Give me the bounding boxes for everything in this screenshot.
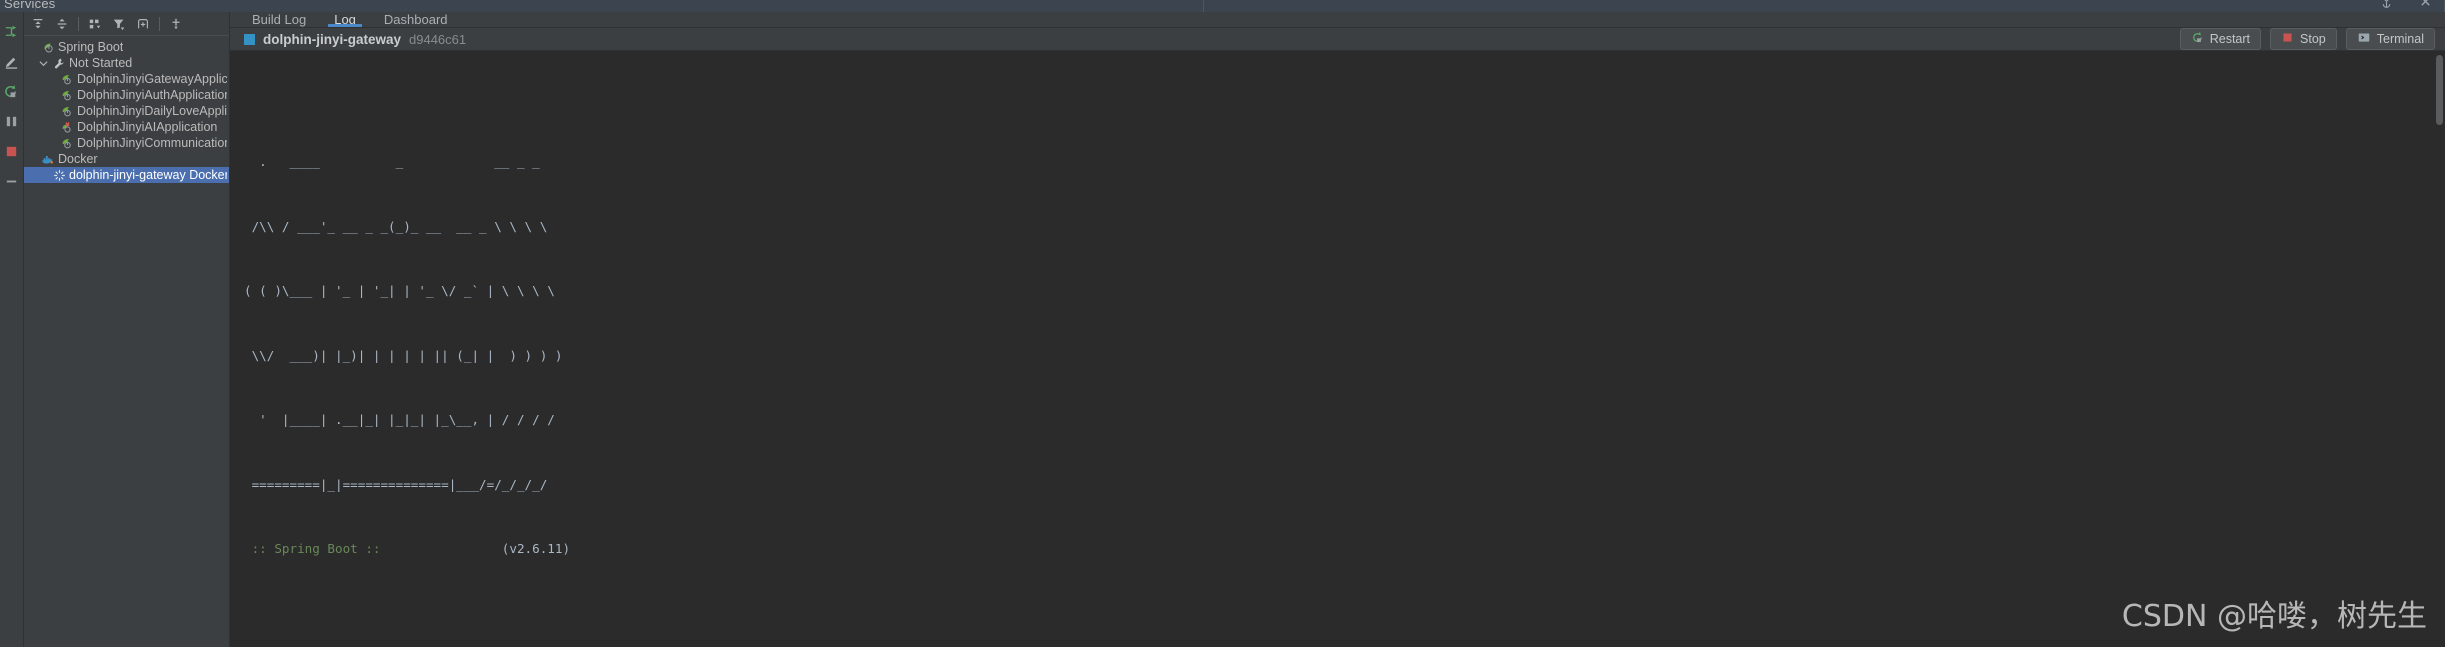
tab-dashboard[interactable]: Dashboard [370,12,462,27]
spring-error-icon [60,120,74,134]
tree-node-dolphinjinyidailyloveapplication[interactable]: DolphinJinyiDailyLoveApplication [24,103,229,119]
add-service-icon[interactable] [165,13,187,35]
stop-icon[interactable] [1,136,23,166]
stop-button-label: Stop [2300,32,2326,46]
container-color-swatch [244,33,255,45]
close-icon[interactable] [2420,0,2431,10]
tab-label: Log [334,12,356,27]
stop-icon [2281,31,2294,47]
run-action-rail [0,12,24,647]
banner-line: /\\ / ___'_ __ _ _(_)_ __ __ _ \ \ \ \ [244,218,548,234]
stop-button[interactable]: Stop [2270,28,2337,50]
pause-icon[interactable] [1,106,23,136]
strip-segment-right [1204,0,2445,12]
minimize-icon[interactable] [1,166,23,196]
container-actions: Restart Stop Terminal [2179,28,2435,50]
edit-configuration-icon[interactable] [1,46,23,76]
tree-node-label: DolphinJinyiGatewayApplication [77,72,227,86]
services-tree: Spring Boot Not Started DolphinJinyiGate… [24,36,229,183]
tree-node-dolphinjinyicommunicationapp[interactable]: DolphinJinyiCommunicationApp [24,135,229,151]
spring-boot-icon [41,40,55,54]
log-console[interactable]: . ____ _ __ _ _ /\\ / ___'_ __ _ _(_)_ _… [230,51,2445,647]
tab-build-log[interactable]: Build Log [238,12,320,27]
tab-label: Build Log [252,12,307,27]
container-header: dolphin-jinyi-gateway d9446c61 Restart S… [230,28,2445,51]
docker-icon [41,152,55,166]
tree-node-label: DolphinJinyiAIApplication [77,120,218,134]
restart-button[interactable]: Restart [2179,28,2262,50]
spring-boot-version: (v2.6.11) [388,541,571,556]
spring-run-icon [60,104,74,118]
tree-node-docker[interactable]: Docker [24,151,229,167]
terminal-button[interactable]: Terminal [2345,28,2435,50]
loading-icon [52,168,66,182]
tree-node-label: DolphinJinyiAuthApplication [77,88,227,102]
strip-segment-mid [36,0,1204,12]
service-detail-panel: Build Log Log Dashboard dolphin-jinyi-ga… [230,12,2445,647]
window-title-strip: Services [0,0,2445,12]
spring-run-icon [60,88,74,102]
restart-icon[interactable] [1,76,23,106]
tree-node-label: Not Started [69,56,133,70]
tree-node-label: Docker [58,152,98,166]
scrollbar-thumb[interactable] [2436,55,2443,125]
tree-node-not-started[interactable]: Not Started [24,55,229,71]
banner-line: \\/ ___)| |_)| | | | | || (_| | ) ) ) ) [244,347,563,363]
banner-line: . ____ _ __ _ _ [244,154,540,169]
container-identity: dolphin-jinyi-gateway d9446c61 [244,32,466,47]
rerun-icon[interactable] [1,16,23,46]
tree-node-label: DolphinJinyiCommunicationApp [77,136,227,150]
container-hash: d9446c61 [409,31,467,47]
chevron-down-icon[interactable] [38,59,49,68]
spring-banner: . ____ _ __ _ _ /\\ / ___'_ __ _ _(_)_ _… [244,108,2445,603]
collapse-all-icon[interactable] [51,13,73,35]
tree-node-label: Spring Boot [58,40,124,54]
container-name: dolphin-jinyi-gateway [263,31,402,47]
banner-line: =========|_|==============|___/=/_/_/_/ [244,476,548,492]
terminal-icon [2357,31,2371,47]
banner-version-line: :: Spring Boot :: (v2.6.11) [244,538,2445,560]
add-tab-icon[interactable] [132,13,154,35]
main-body: Spring Boot Not Started DolphinJinyiGate… [0,12,2445,647]
tab-log[interactable]: Log [320,12,370,27]
spring-boot-label: :: Spring Boot :: [244,541,389,556]
spring-run-icon [60,72,74,86]
restart-icon [2191,31,2204,47]
services-tool-window: Services Spring Boot Not Started Dolphin… [0,0,2445,647]
tree-node-dolphinjinyiaiapplication[interactable]: DolphinJinyiAIApplication [24,119,229,135]
banner-line: ( ( )\___ | '_ | '_| | '_ \/ _` | \ \ \ … [244,283,555,298]
expand-all-icon[interactable] [27,13,49,35]
tree-node-dolphinjinyigatewayapplication[interactable]: DolphinJinyiGatewayApplication [24,71,229,87]
tree-node-label: DolphinJinyiDailyLoveApplication [77,104,227,118]
csdn-watermark: CSDN @哈喽，树先生 [2121,598,2427,634]
services-toolbar [24,12,229,36]
detail-tabs: Build Log Log Dashboard [230,12,2445,28]
wrench-icon [52,56,66,70]
services-window-label: Services [4,0,56,11]
filter-icon[interactable] [108,13,130,35]
tree-node-dolphin-jinyi-gateway-dockerfile[interactable]: dolphin-jinyi-gateway Dockerfile: d [24,167,229,183]
toolbar-separator [78,16,79,31]
tree-node-dolphinjinyiauthapplication[interactable]: DolphinJinyiAuthApplication [24,87,229,103]
group-by-icon[interactable] [84,13,106,35]
spring-run-icon [60,136,74,150]
tab-label: Dashboard [383,12,448,27]
tree-node-spring-boot[interactable]: Spring Boot [24,39,229,55]
banner-line: ' |____| .__|_| |_|_| |_\__, | / / / / [244,412,555,427]
tree-node-label: dolphin-jinyi-gateway Dockerfile: d [69,168,227,182]
services-tree-panel: Spring Boot Not Started DolphinJinyiGate… [24,12,230,647]
toolbar-separator-2 [159,16,160,31]
terminal-button-label: Terminal [2376,32,2424,46]
restart-button-label: Restart [2209,32,2251,46]
console-scrollbar[interactable] [2433,51,2445,647]
anchor-icon[interactable] [2380,0,2393,12]
